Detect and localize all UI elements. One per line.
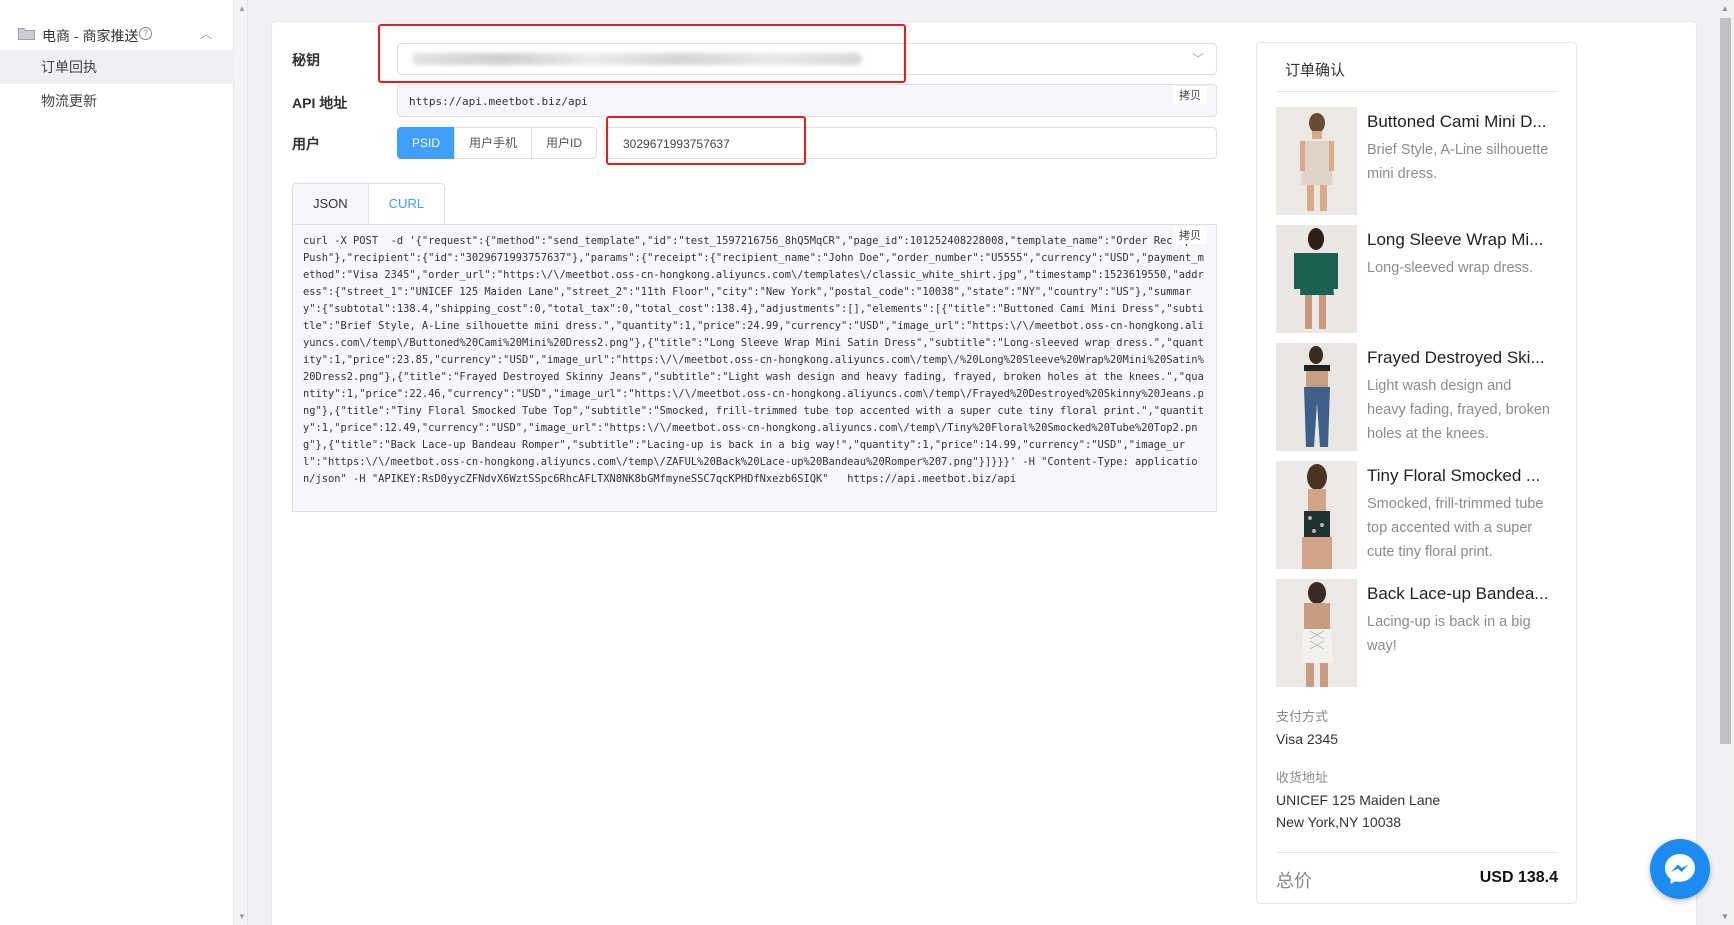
- product-description: Lacing-up is back in a big way!: [1367, 614, 1531, 654]
- product-name: Back Lace-up Bandea...: [1367, 584, 1549, 603]
- sidebar-group-title: 电商 - 商家推送: [42, 28, 139, 44]
- list-item: Buttoned Cami Mini D... Brief Style, A-L…: [1276, 107, 1566, 215]
- messenger-icon: [1665, 854, 1695, 884]
- sidebar-item-label: 订单回执: [41, 59, 97, 75]
- product-description: Brief Style, A-Line silhouette mini dres…: [1367, 142, 1549, 182]
- tab-json[interactable]: JSON: [292, 183, 369, 225]
- product-image: [1276, 579, 1357, 687]
- product-image: [1276, 107, 1357, 215]
- user-type-toggle: PSID 用户手机 用户ID: [397, 127, 598, 159]
- product-image: [1276, 225, 1357, 333]
- scroll-down-icon[interactable]: ▼: [1721, 912, 1729, 921]
- sidebar-group-ecommerce[interactable]: 电商 - 商家推送 ? ︿: [0, 22, 234, 48]
- sidebar-item-order-receipt[interactable]: 订单回执: [0, 50, 234, 84]
- copy-code-button[interactable]: 拷贝: [1173, 226, 1207, 244]
- product-name: Frayed Destroyed Ski...: [1367, 348, 1545, 367]
- help-icon[interactable]: ?: [139, 27, 152, 40]
- tab-curl[interactable]: CURL: [367, 183, 446, 226]
- product-description: Long-sleeved wrap dress.: [1367, 260, 1534, 276]
- total-label: 总价: [1276, 871, 1312, 891]
- user-label: 用户: [292, 136, 320, 152]
- messenger-chat-button[interactable]: [1650, 839, 1710, 899]
- divider: [1276, 852, 1558, 853]
- product-name: Long Sleeve Wrap Mi...: [1367, 230, 1544, 249]
- list-item: Tiny Floral Smocked ... Smocked, frill-t…: [1276, 461, 1566, 569]
- api-url-label: API 地址: [292, 95, 348, 111]
- chevron-up-icon[interactable]: ︿: [200, 25, 212, 42]
- user-id-value: 3029671993757637: [623, 137, 730, 151]
- preview-title: 订单确认: [1285, 62, 1346, 79]
- code-tabs: JSON CURL: [292, 183, 446, 226]
- scroll-up-icon[interactable]: ▲: [1721, 4, 1729, 13]
- folder-icon: [18, 28, 35, 40]
- address-label: 收货地址: [1276, 770, 1329, 785]
- product-description: Light wash design and heavy fading, fray…: [1367, 378, 1550, 442]
- sidebar-item-logistics-update[interactable]: 物流更新: [0, 84, 234, 118]
- user-type-phone-button[interactable]: 用户手机: [454, 127, 533, 159]
- list-item: Frayed Destroyed Ski... Light wash desig…: [1276, 343, 1566, 451]
- address-line-2: New York,NY 10038: [1276, 814, 1402, 830]
- product-image: [1276, 343, 1357, 451]
- address-line-1: UNICEF 125 Maiden Lane: [1276, 792, 1441, 808]
- secret-select[interactable]: ﹀: [397, 43, 1217, 75]
- product-image: [1276, 461, 1357, 569]
- list-item: Long Sleeve Wrap Mi... Long-sleeved wrap…: [1276, 225, 1566, 333]
- sidebar-item-label: 物流更新: [41, 93, 97, 109]
- chevron-down-icon[interactable]: ﹀: [1192, 50, 1204, 67]
- curl-code-block[interactable]: curl -X POST -d '{"request":{"method":"s…: [292, 224, 1217, 512]
- user-type-psid-button[interactable]: PSID: [397, 127, 456, 159]
- payment-method-label: 支付方式: [1276, 709, 1329, 724]
- page-scrollbar[interactable]: ▲ ▼: [1717, 0, 1734, 925]
- product-name: Tiny Floral Smocked ...: [1367, 466, 1541, 485]
- scrollbar-thumb[interactable]: [1720, 18, 1731, 744]
- user-id-input[interactable]: 3029671993757637: [604, 127, 1217, 159]
- payment-method-value: Visa 2345: [1276, 731, 1339, 747]
- product-description: Smocked, frill-trimmed tube top accented…: [1367, 496, 1544, 560]
- redacted-secret: [412, 53, 862, 65]
- sidebar-scrollbar[interactable]: ▲ ▼: [235, 0, 248, 925]
- scroll-up-icon[interactable]: ▲: [238, 4, 246, 13]
- product-name: Buttoned Cami Mini D...: [1367, 112, 1547, 131]
- total-value: USD 138.4: [1479, 869, 1558, 886]
- divider: [1276, 91, 1558, 92]
- order-receipt-preview: 订单确认 Buttoned Cami Mini D... Brief Style…: [1256, 42, 1577, 904]
- copy-api-url-button[interactable]: 拷贝: [1173, 86, 1207, 104]
- api-url-field[interactable]: https://api.meetbot.biz/api: [397, 84, 1217, 117]
- list-item: Back Lace-up Bandea... Lacing-up is back…: [1276, 579, 1566, 687]
- secret-label: 秘钥: [292, 52, 320, 68]
- user-type-id-button[interactable]: 用户ID: [531, 127, 598, 159]
- api-url-value: https://api.meetbot.biz/api: [409, 95, 588, 108]
- sidebar: 电商 - 商家推送 ? ︿ 订单回执 物流更新: [0, 0, 234, 925]
- scroll-down-icon[interactable]: ▼: [238, 912, 246, 921]
